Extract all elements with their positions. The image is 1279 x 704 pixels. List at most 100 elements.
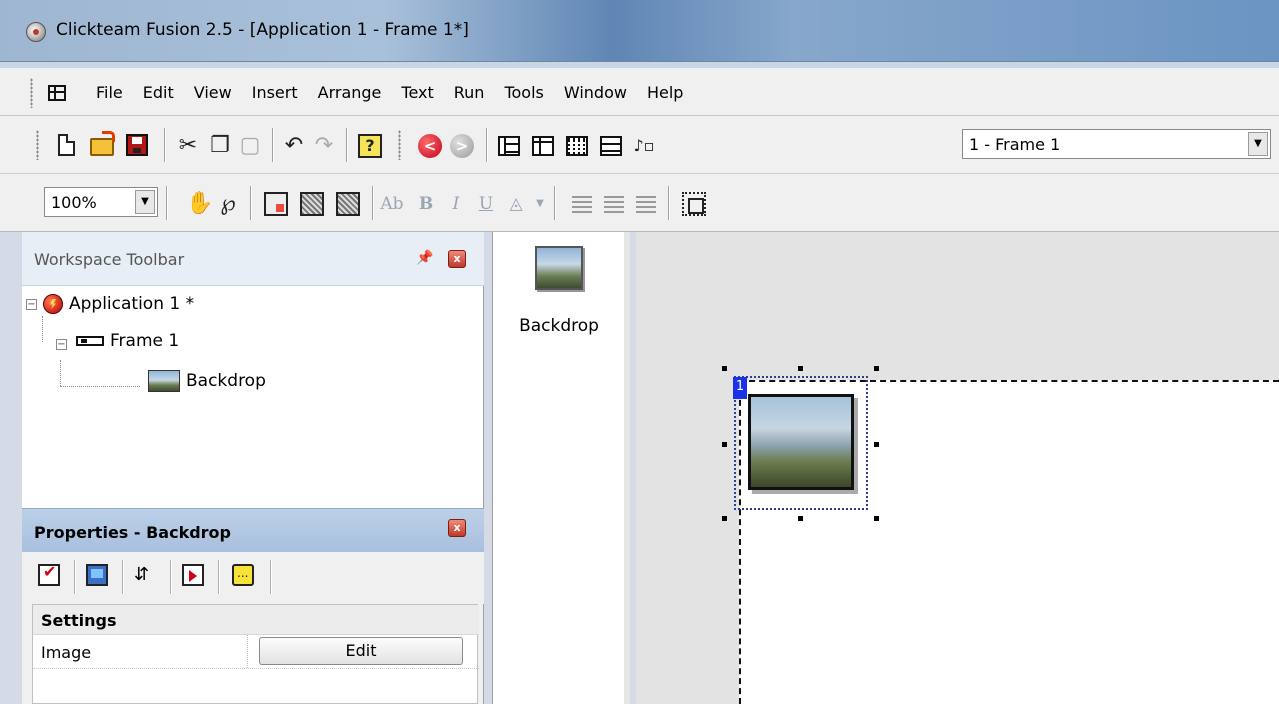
redo-icon[interactable]: ↷ [312, 134, 336, 158]
resize-handle[interactable] [722, 516, 727, 521]
grid-setup-icon[interactable] [336, 192, 360, 216]
resize-handle[interactable] [874, 442, 879, 447]
tree-connector [60, 360, 61, 386]
align-left-icon[interactable] [572, 195, 592, 213]
copy-icon[interactable]: ❐ [208, 134, 232, 158]
size-position-tab-icon[interactable]: ⇵ [134, 564, 156, 586]
save-icon[interactable] [126, 134, 148, 156]
underline-icon[interactable]: U [474, 192, 498, 216]
snap-to-grid-icon[interactable] [300, 192, 324, 216]
align-center-icon[interactable] [604, 195, 624, 213]
pin-icon[interactable]: 📌 [416, 250, 433, 266]
event-list-editor-icon[interactable] [600, 136, 622, 156]
resize-handle[interactable] [798, 516, 803, 521]
object-number-badge: 1 [733, 377, 747, 399]
zoom-value: 100% [51, 193, 97, 212]
toolbar-separator [346, 128, 347, 162]
title-bar: Clickteam Fusion 2.5 - [Application 1 - … [0, 0, 1279, 62]
resize-handle[interactable] [722, 366, 727, 371]
align-right-icon[interactable] [636, 195, 656, 213]
frame-selector-value: 1 - Frame 1 [969, 135, 1061, 154]
zoom-selector[interactable]: 100% ▼ [44, 187, 158, 217]
menu-text[interactable]: Text [391, 81, 443, 104]
display-options-tab-icon[interactable] [86, 564, 108, 586]
backdrop-object[interactable] [748, 394, 854, 490]
fit-to-frame-icon[interactable] [682, 192, 706, 216]
toolbar-grip[interactable] [36, 130, 39, 160]
show-grid-icon[interactable] [264, 192, 288, 216]
backdrop-icon [148, 370, 180, 392]
hand-tool-icon[interactable]: ✋ [186, 192, 213, 216]
about-tab-icon[interactable] [232, 564, 254, 586]
standard-toolbar: ✂ ❐ ▢ ↶ ↷ ? < > ♪▫ 1 - Frame 1 ▼ [0, 116, 1279, 174]
italic-icon[interactable]: I [444, 192, 468, 216]
library-item-backdrop[interactable]: Backdrop [493, 246, 625, 336]
help-icon[interactable]: ? [358, 134, 382, 158]
bold-icon[interactable]: B [414, 192, 438, 216]
tree-item-frame[interactable]: − Frame 1 [56, 331, 180, 351]
toolbar-grip[interactable] [398, 130, 401, 160]
toolbar-separator [372, 186, 373, 220]
collapse-icon[interactable]: − [56, 339, 67, 350]
properties-grid: Settings Image Edit [32, 604, 479, 704]
close-icon[interactable]: x [448, 519, 466, 537]
window-title: Clickteam Fusion 2.5 - [Application 1 - … [56, 20, 469, 40]
frame-selector[interactable]: 1 - Frame 1 ▼ [962, 129, 1271, 159]
property-row-image: Image Edit [33, 635, 479, 669]
menu-view[interactable]: View [184, 81, 242, 104]
new-document-icon[interactable] [58, 134, 75, 156]
workspace-header: Workspace Toolbar 📌 x [22, 232, 484, 286]
resize-handle[interactable] [722, 442, 727, 447]
chevron-down-icon[interactable]: ▼ [135, 190, 155, 214]
zoom-tool-icon[interactable]: ℘ [216, 192, 240, 216]
cut-icon[interactable]: ✂ [176, 134, 200, 158]
menu-arrange[interactable]: Arrange [308, 81, 392, 104]
previous-frame-icon[interactable]: < [418, 134, 442, 158]
app-icon[interactable] [26, 22, 46, 42]
event-editor-icon[interactable] [566, 136, 588, 156]
toolbar-separator [272, 128, 273, 162]
frame-editor[interactable]: 1 [636, 232, 1279, 704]
resize-handle[interactable] [874, 366, 879, 371]
close-icon[interactable]: x [448, 250, 466, 268]
frame-editor-icon[interactable] [532, 136, 554, 156]
tree-item-label: Frame 1 [110, 331, 180, 351]
storyboard-editor-icon[interactable] [498, 136, 520, 156]
document-menu-icon[interactable] [48, 85, 66, 101]
next-frame-icon[interactable]: > [450, 134, 474, 158]
backdrop-thumbnail-icon [535, 246, 583, 290]
data-elements-icon[interactable]: ♪▫ [632, 134, 656, 158]
undo-icon[interactable]: ↶ [282, 134, 306, 158]
text-color-icon[interactable]: ◬ [504, 192, 528, 216]
category-label: Settings [41, 611, 117, 630]
resize-handle[interactable] [798, 366, 803, 371]
tree-item-backdrop[interactable]: Backdrop [148, 370, 266, 392]
tree-item-application[interactable]: − Application 1 * [26, 294, 194, 314]
settings-tab-icon[interactable] [38, 562, 60, 586]
menu-help[interactable]: Help [637, 81, 693, 104]
menu-insert[interactable]: Insert [242, 81, 308, 104]
open-folder-icon[interactable] [90, 131, 115, 156]
toolbar-separator [486, 128, 487, 162]
paste-icon[interactable]: ▢ [238, 134, 262, 158]
properties-title: Properties - Backdrop [34, 523, 231, 542]
toolbar-separator [166, 186, 167, 220]
resize-handle[interactable] [874, 516, 879, 521]
font-icon[interactable]: Ab [380, 192, 404, 216]
application-icon [43, 294, 63, 314]
menu-run[interactable]: Run [444, 81, 495, 104]
menu-file[interactable]: File [86, 81, 133, 104]
column-divider[interactable] [247, 635, 248, 668]
menu-edit[interactable]: Edit [133, 81, 184, 104]
chevron-down-icon[interactable]: ▼ [1248, 132, 1268, 156]
menu-tools[interactable]: Tools [494, 81, 553, 104]
properties-panel: Properties - Backdrop x ⇵ Settings Image… [22, 508, 484, 704]
menu-window[interactable]: Window [554, 81, 637, 104]
edit-image-button[interactable]: Edit [259, 637, 463, 665]
properties-tabs: ⇵ [22, 552, 484, 604]
chevron-down-icon[interactable]: ▼ [528, 192, 552, 216]
toolbar-grip[interactable] [30, 78, 33, 108]
collapse-icon[interactable]: − [26, 298, 37, 310]
tab-separator [74, 560, 75, 594]
runtime-options-tab-icon[interactable] [182, 564, 204, 586]
